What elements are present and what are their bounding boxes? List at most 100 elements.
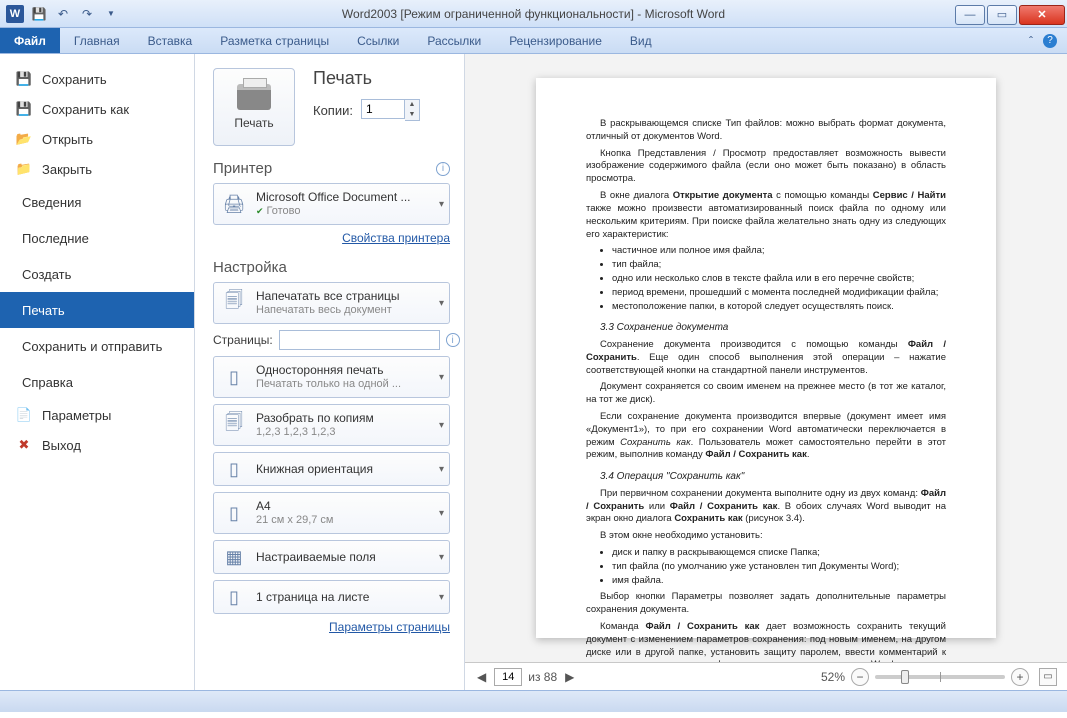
sides-main: Односторонняя печать [256, 363, 401, 377]
printer-heading: Принтер [213, 160, 272, 177]
nav-share-label: Сохранить и отправить [22, 339, 162, 354]
qat-save-icon[interactable]: 💾 [30, 5, 48, 23]
nav-options[interactable]: 📄Параметры [0, 400, 194, 430]
copies-spinner[interactable]: ▲▼ [361, 99, 420, 121]
tab-references[interactable]: Ссылки [343, 28, 413, 53]
saveas-icon: 💾 [16, 101, 32, 117]
word-app-icon[interactable]: W [6, 5, 24, 23]
onesided-icon: ▯ [220, 363, 248, 391]
zoom-in-button[interactable]: + [1011, 668, 1029, 686]
margins-dropdown[interactable]: ▦ Настраиваемые поля [213, 540, 450, 574]
minimize-ribbon-icon[interactable]: ˆ [1023, 28, 1039, 53]
nav-info[interactable]: Сведения [0, 184, 194, 220]
settings-heading: Настройка [213, 259, 287, 276]
nav-help[interactable]: Справка [0, 364, 194, 400]
nav-save[interactable]: 💾 Сохранить [0, 64, 194, 94]
print-preview: В раскрывающемся списке Тип файлов: можн… [465, 54, 1067, 690]
tab-insert[interactable]: Вставка [134, 28, 207, 53]
nav-save-label: Сохранить [42, 72, 107, 87]
nav-open[interactable]: 📂Открыть [0, 124, 194, 154]
zoom-label: 52% [821, 670, 845, 684]
page-number-input[interactable] [494, 668, 522, 686]
nav-close-label: Закрыть [42, 162, 92, 177]
tab-view[interactable]: Вид [616, 28, 666, 53]
spin-up-icon[interactable]: ▲ [405, 100, 419, 110]
pagespersheet-dropdown[interactable]: ▯ 1 страница на листе [213, 580, 450, 614]
next-page-icon[interactable]: ▶ [563, 670, 576, 684]
save-icon: 💾 [16, 71, 32, 87]
print-panel: Печать Печать Копии: ▲▼ Принтер i 🖨 Micr… [195, 54, 465, 690]
tab-home[interactable]: Главная [60, 28, 134, 53]
prev-page-icon[interactable]: ◀ [475, 670, 488, 684]
orientation-dropdown[interactable]: ▯ Книжная ориентация [213, 452, 450, 486]
margins-icon: ▦ [220, 543, 248, 571]
close-button[interactable]: ✕ [1019, 5, 1065, 25]
zoom-out-button[interactable]: − [851, 668, 869, 686]
tab-mailings[interactable]: Рассылки [413, 28, 495, 53]
margins-main: Настраиваемые поля [256, 550, 376, 564]
pages-icon: 🗐 [220, 289, 248, 317]
orient-main: Книжная ориентация [256, 462, 373, 476]
pps-main: 1 страница на листе [256, 590, 369, 604]
minimize-button[interactable]: — [955, 5, 985, 25]
collate-dropdown[interactable]: 🗐 Разобрать по копиям 1,2,3 1,2,3 1,2,3 [213, 404, 450, 446]
zoom-thumb[interactable] [901, 670, 909, 684]
page-count-label: из 88 [528, 670, 557, 684]
spin-down-icon[interactable]: ▼ [405, 110, 419, 120]
print-scope-dropdown[interactable]: 🗐 Напечатать все страницы Напечатать вес… [213, 282, 450, 324]
paper-main: A4 [256, 499, 334, 513]
ribbon-tabs: Файл Главная Вставка Разметка страницы С… [0, 28, 1067, 54]
window-buttons: — ▭ ✕ [955, 3, 1067, 25]
maximize-button[interactable]: ▭ [987, 5, 1017, 25]
print-button-label: Печать [234, 116, 273, 130]
printer-dropdown[interactable]: 🖨 Microsoft Office Document ... Готово [213, 183, 450, 225]
printer-properties-link[interactable]: Свойства принтера [213, 231, 450, 245]
collate-sub: 1,2,3 1,2,3 1,2,3 [256, 426, 374, 439]
nav-new[interactable]: Создать [0, 256, 194, 292]
tab-file[interactable]: Файл [0, 28, 60, 53]
nav-recent-label: Последние [22, 231, 89, 246]
sides-sub: Печатать только на одной ... [256, 378, 401, 391]
titlebar: W 💾 ↶ ↷ ▼ Word2003 [Режим ограниченной ф… [0, 0, 1067, 28]
nav-exit[interactable]: ✖Выход [0, 430, 194, 460]
printer-status: Готово [256, 205, 411, 218]
printer-name: Microsoft Office Document ... [256, 190, 411, 204]
tab-layout[interactable]: Разметка страницы [206, 28, 343, 53]
copies-label: Копии: [313, 103, 353, 118]
page-setup-link[interactable]: Параметры страницы [213, 620, 450, 634]
printer-info-icon[interactable]: i [436, 162, 450, 176]
preview-body[interactable]: В раскрывающемся списке Тип файлов: можн… [465, 54, 1067, 662]
nav-share[interactable]: Сохранить и отправить [0, 328, 194, 364]
nav-open-label: Открыть [42, 132, 93, 147]
print-button[interactable]: Печать [213, 68, 295, 146]
collate-main: Разобрать по копиям [256, 411, 374, 425]
pages-info-icon[interactable]: i [446, 333, 460, 347]
nav-print-label: Печать [22, 303, 65, 318]
qat-undo-icon[interactable]: ↶ [54, 5, 72, 23]
scope-main: Напечатать все страницы [256, 289, 400, 303]
window-title: Word2003 [Режим ограниченной функциональ… [342, 7, 725, 21]
pages-input[interactable] [279, 330, 440, 350]
nav-saveas[interactable]: 💾 Сохранить как [0, 94, 194, 124]
tab-review[interactable]: Рецензирование [495, 28, 616, 53]
copies-input[interactable] [361, 99, 405, 119]
paper-icon: ▯ [220, 499, 248, 527]
nav-close[interactable]: 📁Закрыть [0, 154, 194, 184]
status-bar [0, 690, 1067, 712]
fit-page-button[interactable]: ▭ [1039, 668, 1057, 686]
qat-redo-icon[interactable]: ↷ [78, 5, 96, 23]
pps-icon: ▯ [220, 583, 248, 611]
scope-sub: Напечатать весь документ [256, 304, 400, 317]
zoom-slider[interactable] [875, 675, 1005, 679]
backstage-view: 💾 Сохранить 💾 Сохранить как 📂Открыть 📁Закр… [0, 54, 1067, 690]
nav-recent[interactable]: Последние [0, 220, 194, 256]
qat-customize-icon[interactable]: ▼ [102, 5, 120, 23]
portrait-icon: ▯ [220, 455, 248, 483]
nav-print[interactable]: Печать [0, 292, 194, 328]
paper-dropdown[interactable]: ▯ A4 21 см x 29,7 см [213, 492, 450, 534]
help-icon[interactable]: ? [1039, 28, 1061, 53]
nav-options-label: Параметры [42, 408, 111, 423]
nav-info-label: Сведения [22, 195, 81, 210]
sides-dropdown[interactable]: ▯ Односторонняя печать Печатать только н… [213, 356, 450, 398]
nav-saveas-label: Сохранить как [42, 102, 129, 117]
